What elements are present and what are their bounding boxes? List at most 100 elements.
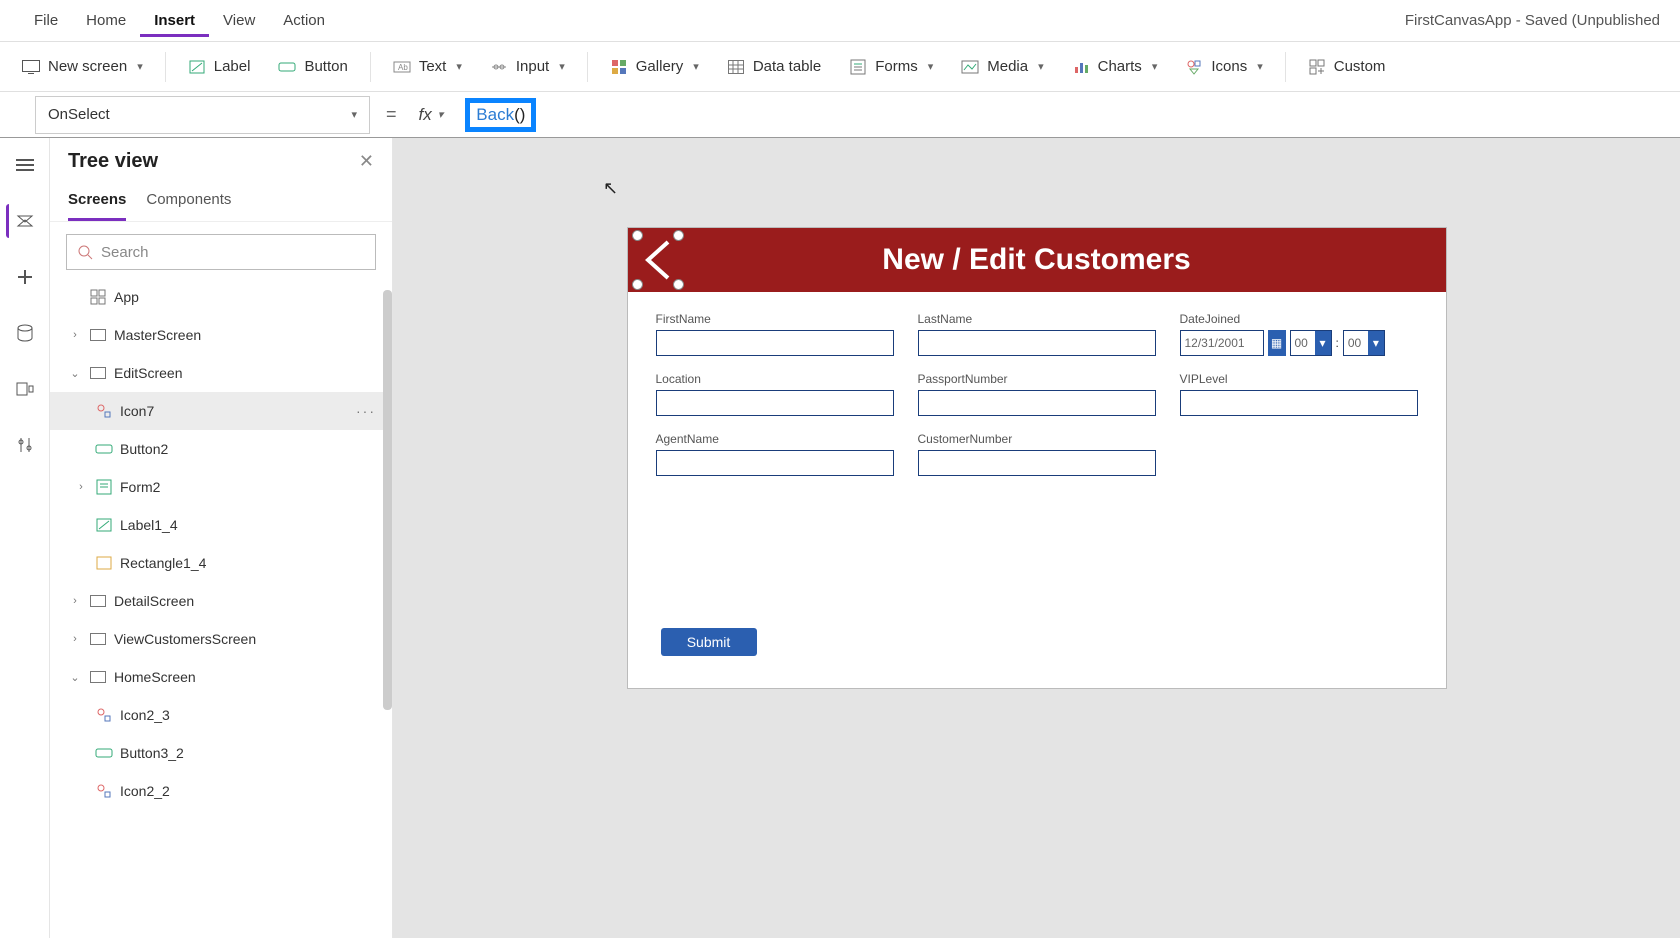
fx-button[interactable]: fx ▾: [413, 105, 450, 125]
minute-value: 00: [1348, 336, 1361, 350]
tree-node-app[interactable]: App: [50, 278, 392, 316]
chevron-down-icon: ▾: [1368, 331, 1384, 355]
input-button[interactable]: Input ▾: [478, 52, 577, 82]
tree-node-button2[interactable]: Button2: [50, 430, 392, 468]
button-button[interactable]: Button: [266, 52, 359, 82]
tree-header: Tree view ✕: [50, 138, 392, 177]
selection-handle[interactable]: [632, 230, 643, 241]
ribbon-separator: [1285, 52, 1286, 82]
screen-icon: [88, 363, 108, 383]
submit-button[interactable]: Submit: [661, 628, 757, 656]
chevron-down-icon: ▾: [693, 60, 699, 73]
tree-node-icon2-2[interactable]: Icon2_2: [50, 772, 392, 810]
chevron-down-icon: ▾: [1315, 331, 1331, 355]
forms-icon: [849, 58, 867, 76]
vip-input[interactable]: [1180, 390, 1418, 416]
formula-input[interactable]: Back(): [459, 96, 1680, 134]
tree-search-input[interactable]: Search: [66, 234, 376, 270]
search-icon: [77, 244, 93, 260]
tree-node-detailscreen[interactable]: › DetailScreen: [50, 582, 392, 620]
tree-node-icon7[interactable]: Icon7 ···: [50, 392, 392, 430]
ribbon-separator: [370, 52, 371, 82]
rail-insert[interactable]: [8, 260, 42, 294]
forms-label: Forms: [875, 58, 918, 75]
rail-data[interactable]: [8, 316, 42, 350]
tree-label: Icon2_2: [120, 783, 170, 799]
tree-node-form2[interactable]: › Form2: [50, 468, 392, 506]
location-input[interactable]: [656, 390, 894, 416]
field-label: AgentName: [656, 432, 894, 446]
field-label: VIPLevel: [1180, 372, 1418, 386]
close-icon[interactable]: ✕: [359, 151, 374, 172]
gallery-icon: [610, 58, 628, 76]
canvas-area[interactable]: ↖ New / Edit Customers FirstName L: [393, 138, 1680, 938]
caret-right-icon: ›: [74, 481, 88, 493]
gallery-button[interactable]: Gallery ▾: [598, 52, 711, 82]
forms-button[interactable]: Forms ▾: [837, 52, 945, 82]
caret-right-icon: ›: [68, 633, 82, 645]
text-button[interactable]: Ab Text ▾: [381, 52, 474, 82]
menu-bar: File Home Insert View Action FirstCanvas…: [0, 0, 1680, 42]
field-agent: AgentName: [656, 432, 894, 476]
selection-handle[interactable]: [673, 279, 684, 290]
passport-input[interactable]: [918, 390, 1156, 416]
selection-handle[interactable]: [673, 230, 684, 241]
equals-sign: =: [380, 104, 403, 125]
tree-label: Button3_2: [120, 745, 184, 761]
menu-view[interactable]: View: [209, 4, 269, 37]
tab-screens[interactable]: Screens: [68, 185, 126, 221]
tree-view-panel: Tree view ✕ Screens Components Search Ap…: [50, 138, 393, 938]
rail-media[interactable]: [8, 372, 42, 406]
field-custnum: CustomerNumber: [918, 432, 1156, 476]
more-icon[interactable]: ···: [356, 403, 376, 419]
agent-input[interactable]: [656, 450, 894, 476]
rail-tree-view[interactable]: [6, 204, 40, 238]
custom-label: Custom: [1334, 58, 1386, 75]
selection-handle[interactable]: [632, 279, 643, 290]
button-control-icon: [94, 439, 114, 459]
tree-node-masterscreen[interactable]: › MasterScreen: [50, 316, 392, 354]
minute-dropdown[interactable]: 00 ▾: [1343, 330, 1385, 356]
chevron-down-icon: ▾: [456, 60, 462, 73]
scrollbar-thumb[interactable]: [383, 290, 392, 710]
media-button[interactable]: Media ▾: [949, 52, 1055, 82]
rail-hamburger[interactable]: [8, 148, 42, 182]
charts-button[interactable]: Charts ▾: [1060, 52, 1170, 82]
lastname-input[interactable]: [918, 330, 1156, 356]
table-icon: [727, 58, 745, 76]
icons-button[interactable]: Icons ▾: [1173, 52, 1274, 82]
tree-node-rectangle1-4[interactable]: Rectangle1_4: [50, 544, 392, 582]
tree-node-button3-2[interactable]: Button3_2: [50, 734, 392, 772]
rail-advanced[interactable]: [8, 428, 42, 462]
icons-label: Icons: [1211, 58, 1247, 75]
firstname-input[interactable]: [656, 330, 894, 356]
tab-components[interactable]: Components: [146, 185, 231, 221]
hour-dropdown[interactable]: 00▾: [1290, 330, 1332, 356]
tree-node-viewcustomersscreen[interactable]: › ViewCustomersScreen: [50, 620, 392, 658]
tree-label: Button2: [120, 441, 168, 457]
app-canvas[interactable]: New / Edit Customers FirstName LastName …: [628, 228, 1446, 688]
formula-highlight-box: Back(): [465, 98, 536, 132]
date-input[interactable]: 12/31/2001: [1180, 330, 1264, 356]
tree-label: DetailScreen: [114, 593, 194, 609]
menu-action[interactable]: Action: [269, 4, 339, 37]
menu-insert[interactable]: Insert: [140, 4, 209, 37]
tree-node-editscreen[interactable]: ⌄ EditScreen: [50, 354, 392, 392]
menu-file[interactable]: File: [20, 4, 72, 37]
custom-button[interactable]: Custom: [1296, 52, 1398, 82]
tree-node-icon2-3[interactable]: Icon2_3: [50, 696, 392, 734]
left-rail: [0, 138, 50, 938]
data-table-button[interactable]: Data table: [715, 52, 833, 82]
label-button[interactable]: Label: [176, 52, 263, 82]
field-firstname: FirstName: [656, 312, 894, 356]
caret-right-icon: ›: [68, 595, 82, 607]
button-icon: [278, 58, 296, 76]
tree-node-homescreen[interactable]: ⌄ HomeScreen: [50, 658, 392, 696]
custnum-input[interactable]: [918, 450, 1156, 476]
property-selector[interactable]: OnSelect ▾: [35, 96, 370, 134]
menu-home[interactable]: Home: [72, 4, 140, 37]
field-passport: PassportNumber: [918, 372, 1156, 416]
calendar-icon[interactable]: ▦: [1268, 330, 1286, 356]
tree-node-label1-4[interactable]: Label1_4: [50, 506, 392, 544]
new-screen-button[interactable]: New screen ▾: [10, 52, 155, 82]
